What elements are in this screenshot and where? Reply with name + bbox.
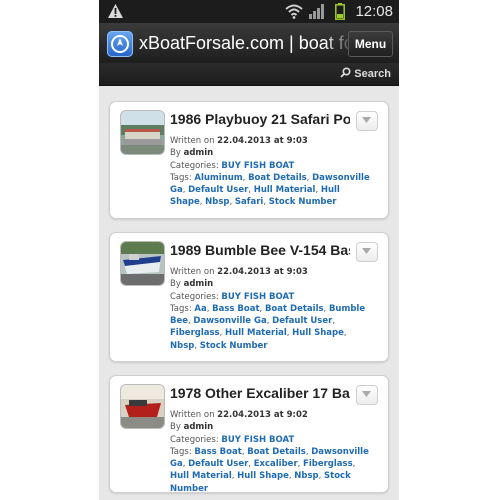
post-thumbnail[interactable] [120,384,165,429]
tag-link[interactable]: Default User [272,316,332,326]
app-bar: xBoatForsale.com | boat for sale Menu [99,23,399,63]
tag-link[interactable]: Hull Shape [237,471,289,481]
post-card[interactable]: 1978 Other Excaliber 17 Bass Boat Writte… [109,375,389,494]
signal-icon [309,4,324,19]
post-meta: Written on 22.04.2013 at 9:02 By admin C… [170,410,369,494]
tags-line: Tags: Aluminum, Boat Details, Dawsonvill… [170,172,370,208]
expand-button[interactable] [356,385,378,405]
tag-link[interactable]: Default User [188,185,248,195]
tag-link[interactable]: Nbsp [205,197,229,207]
post-title[interactable]: 1978 Other Excaliber 17 Bass Boat [170,384,350,402]
post-title[interactable]: 1989 Bumble Bee V-154 Bass Boat [170,241,350,259]
tag-link[interactable]: Nbsp [170,341,194,351]
tag-link[interactable]: Dawsonville Ga [193,316,266,326]
post-author: admin [183,422,214,433]
tag-link[interactable]: Aa [194,304,206,314]
search-button[interactable]: Search [340,66,391,82]
search-label: Search [354,68,391,80]
tag-link[interactable]: Excaliber [254,459,298,469]
menu-button[interactable]: Menu [348,31,393,57]
tag-link[interactable]: Hull Shape [292,328,344,338]
tag-link[interactable]: Boat Details [247,447,306,457]
tag-link[interactable]: Hull Material [254,185,316,195]
status-clock: 12:08 [355,3,393,20]
tag-link[interactable]: Bass Boat [212,304,259,314]
post-thumbnail[interactable] [120,110,165,155]
tag-link[interactable]: Default User [188,459,248,469]
tag-link[interactable]: Safari [235,197,263,207]
tag-link[interactable]: Stock Number [269,197,337,207]
tags-line: Tags: Bass Boat, Boat Details, Dawsonvil… [170,446,369,494]
tag-link[interactable]: Fiberglass [303,459,353,469]
category-link[interactable]: BUY FISH BOAT [221,161,294,171]
chevron-down-icon [362,391,371,397]
tag-link[interactable]: Hull Material [225,328,287,338]
browser-icon[interactable] [107,31,133,57]
tags-line: Tags: Aa, Bass Boat, Boat Details, Bumbl… [170,303,366,351]
tag-link[interactable]: Boat Details [265,304,324,314]
post-meta: Written on 22.04.2013 at 9:03 By admin C… [170,136,370,208]
expand-button[interactable] [356,242,378,262]
category-link[interactable]: BUY FISH BOAT [221,292,294,302]
post-author: admin [183,279,214,290]
expand-button[interactable] [356,111,378,131]
category-link[interactable]: BUY FISH BOAT [221,435,294,445]
post-card[interactable]: 1989 Bumble Bee V-154 Bass Boat Written … [109,232,389,362]
chevron-down-icon [362,117,371,123]
tag-link[interactable]: Fiberglass [170,328,220,338]
tag-link[interactable]: Stock Number [200,341,268,351]
search-bar: Search [99,63,399,86]
post-author: admin [183,148,214,159]
tag-link[interactable]: Boat Details [248,173,307,183]
site-title: xBoatForsale.com | boat for sale [139,33,354,53]
post-meta: Written on 22.04.2013 at 9:03 By admin C… [170,266,370,352]
post-date: 22.04.2013 at 9:03 [217,136,308,146]
tag-link[interactable]: Aluminum [194,173,242,183]
post-date: 22.04.2013 at 9:02 [217,410,308,420]
search-icon [340,67,351,78]
warning-icon [108,4,123,18]
post-card[interactable]: 1986 Playbuoy 21 Safari Pontoon Written … [109,101,389,219]
tag-link[interactable]: Hull Material [170,471,232,481]
tag-link[interactable]: Bass Boat [194,447,241,457]
status-bar: 12:08 [99,0,399,23]
battery-icon [335,3,345,20]
phone-screen: 12:08 xBoatForsale.com | boat for sale M… [99,0,399,500]
post-date: 22.04.2013 at 9:03 [217,267,308,277]
tag-link[interactable]: Nbsp [294,471,318,481]
wifi-icon [285,4,303,19]
chevron-down-icon [362,248,371,254]
post-thumbnail[interactable] [120,241,165,286]
post-title[interactable]: 1986 Playbuoy 21 Safari Pontoon [170,110,350,128]
